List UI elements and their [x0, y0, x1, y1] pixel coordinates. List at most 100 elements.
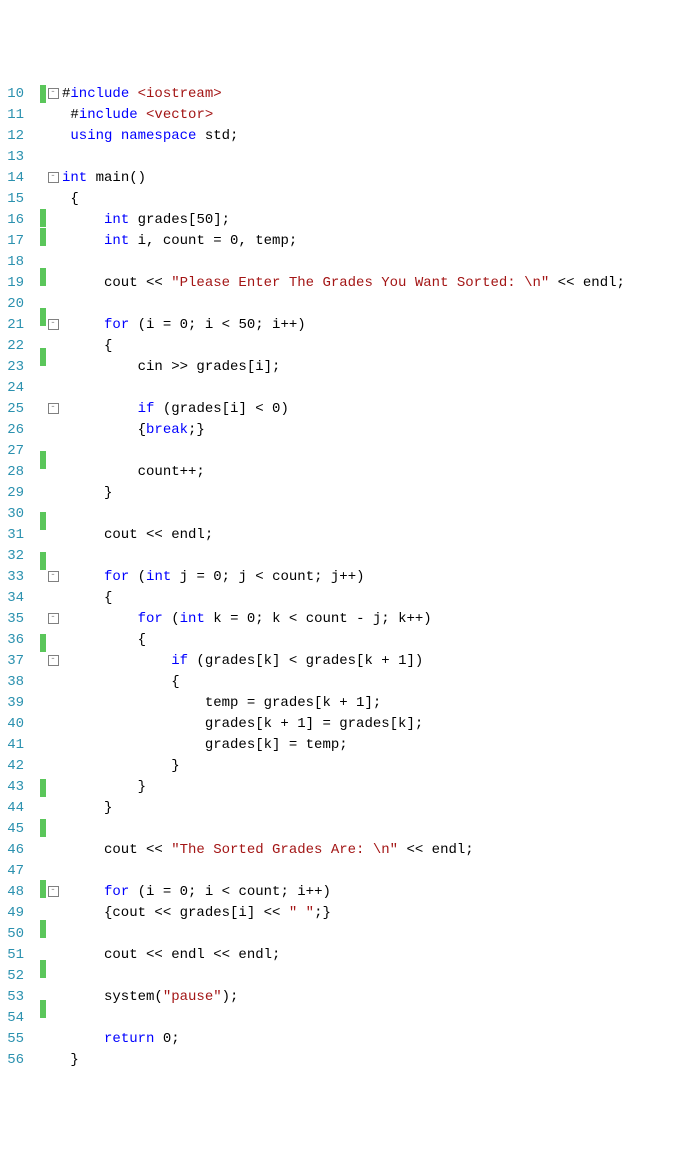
fold-toggle[interactable]: - [46, 399, 60, 420]
code-line[interactable]: system("pause"); [60, 987, 625, 1008]
fold-toggle [46, 945, 60, 966]
code-line[interactable]: if (grades[i] < 0) [60, 399, 625, 420]
line-number: 51 [0, 945, 32, 966]
fold-toggle [46, 462, 60, 483]
code-line[interactable]: #include <vector> [60, 105, 625, 126]
fold-toggle [46, 336, 60, 357]
line-number-gutter: 1011121314151617181920212223242526272829… [0, 84, 40, 1071]
code-line[interactable] [60, 504, 625, 525]
line-number: 32 [0, 546, 32, 567]
code-line[interactable]: for (i = 0; i < count; i++) [60, 882, 625, 903]
code-content[interactable]: #include <iostream> #include <vector> us… [60, 84, 625, 1071]
code-line[interactable] [60, 861, 625, 882]
line-number: 42 [0, 756, 32, 777]
code-line[interactable]: {break;} [60, 420, 625, 441]
fold-toggle [46, 819, 60, 840]
fold-toggle [46, 777, 60, 798]
fold-toggle [46, 252, 60, 273]
code-line[interactable]: count++; [60, 462, 625, 483]
code-line[interactable] [60, 378, 625, 399]
code-line[interactable]: for (i = 0; i < 50; i++) [60, 315, 625, 336]
code-line[interactable]: { [60, 588, 625, 609]
code-line[interactable]: grades[k + 1] = grades[k]; [60, 714, 625, 735]
line-number: 41 [0, 735, 32, 756]
code-line[interactable]: for (int j = 0; j < count; j++) [60, 567, 625, 588]
line-number: 15 [0, 189, 32, 210]
code-line[interactable]: return 0; [60, 1029, 625, 1050]
code-line[interactable]: cout << "Please Enter The Grades You Wan… [60, 273, 625, 294]
code-line[interactable] [60, 819, 625, 840]
code-line[interactable] [60, 924, 625, 945]
fold-toggle [46, 840, 60, 861]
fold-toggle [46, 105, 60, 126]
fold-toggle [46, 798, 60, 819]
code-line[interactable]: { [60, 672, 625, 693]
line-number: 22 [0, 336, 32, 357]
line-number: 49 [0, 903, 32, 924]
code-line[interactable]: cout << "The Sorted Grades Are: \n" << e… [60, 840, 625, 861]
code-line[interactable]: grades[k] = temp; [60, 735, 625, 756]
code-line[interactable]: int main() [60, 168, 625, 189]
code-line[interactable]: int i, count = 0, temp; [60, 231, 625, 252]
line-number: 13 [0, 147, 32, 168]
code-line[interactable]: {cout << grades[i] << " ";} [60, 903, 625, 924]
code-line[interactable] [60, 441, 625, 462]
code-line[interactable] [60, 966, 625, 987]
fold-toggle [46, 231, 60, 252]
fold-toggle [46, 504, 60, 525]
code-line[interactable]: if (grades[k] < grades[k + 1]) [60, 651, 625, 672]
code-line[interactable]: { [60, 336, 625, 357]
line-number: 29 [0, 483, 32, 504]
code-line[interactable]: } [60, 756, 625, 777]
code-line[interactable] [60, 546, 625, 567]
fold-toggle [46, 1029, 60, 1050]
fold-toggle[interactable]: - [46, 567, 60, 588]
fold-toggle [46, 966, 60, 987]
code-line[interactable]: using namespace std; [60, 126, 625, 147]
code-line[interactable]: { [60, 630, 625, 651]
fold-toggle [46, 714, 60, 735]
code-line[interactable]: cout << endl << endl; [60, 945, 625, 966]
code-line[interactable]: cin >> grades[i]; [60, 357, 625, 378]
line-number: 21 [0, 315, 32, 336]
code-line[interactable] [60, 252, 625, 273]
code-line[interactable]: int grades[50]; [60, 210, 625, 231]
fold-toggle [46, 525, 60, 546]
fold-toggle [46, 357, 60, 378]
line-number: 34 [0, 588, 32, 609]
line-number: 39 [0, 693, 32, 714]
code-line[interactable] [60, 1008, 625, 1029]
code-line[interactable]: for (int k = 0; k < count - j; k++) [60, 609, 625, 630]
fold-toggle[interactable]: - [46, 168, 60, 189]
line-number: 36 [0, 630, 32, 651]
fold-toggle [46, 483, 60, 504]
code-line[interactable] [60, 294, 625, 315]
code-line[interactable]: } [60, 1050, 625, 1071]
fold-toggle[interactable]: - [46, 651, 60, 672]
line-number: 30 [0, 504, 32, 525]
fold-toggle[interactable]: - [46, 609, 60, 630]
code-line[interactable]: #include <iostream> [60, 84, 625, 105]
line-number: 12 [0, 126, 32, 147]
line-number: 11 [0, 105, 32, 126]
line-number: 47 [0, 861, 32, 882]
fold-toggle [46, 378, 60, 399]
fold-toggle [46, 861, 60, 882]
fold-toggle [46, 294, 60, 315]
code-line[interactable]: { [60, 189, 625, 210]
fold-toggle [46, 126, 60, 147]
fold-toggle[interactable]: - [46, 315, 60, 336]
code-line[interactable]: } [60, 798, 625, 819]
line-number: 52 [0, 966, 32, 987]
code-line[interactable]: } [60, 483, 625, 504]
fold-toggle [46, 441, 60, 462]
code-line[interactable]: cout << endl; [60, 525, 625, 546]
line-number: 31 [0, 525, 32, 546]
code-line[interactable] [60, 147, 625, 168]
line-number: 55 [0, 1029, 32, 1050]
code-line[interactable]: temp = grades[k + 1]; [60, 693, 625, 714]
fold-toggle [46, 924, 60, 945]
code-line[interactable]: } [60, 777, 625, 798]
fold-toggle[interactable]: - [46, 84, 60, 105]
fold-toggle[interactable]: - [46, 882, 60, 903]
